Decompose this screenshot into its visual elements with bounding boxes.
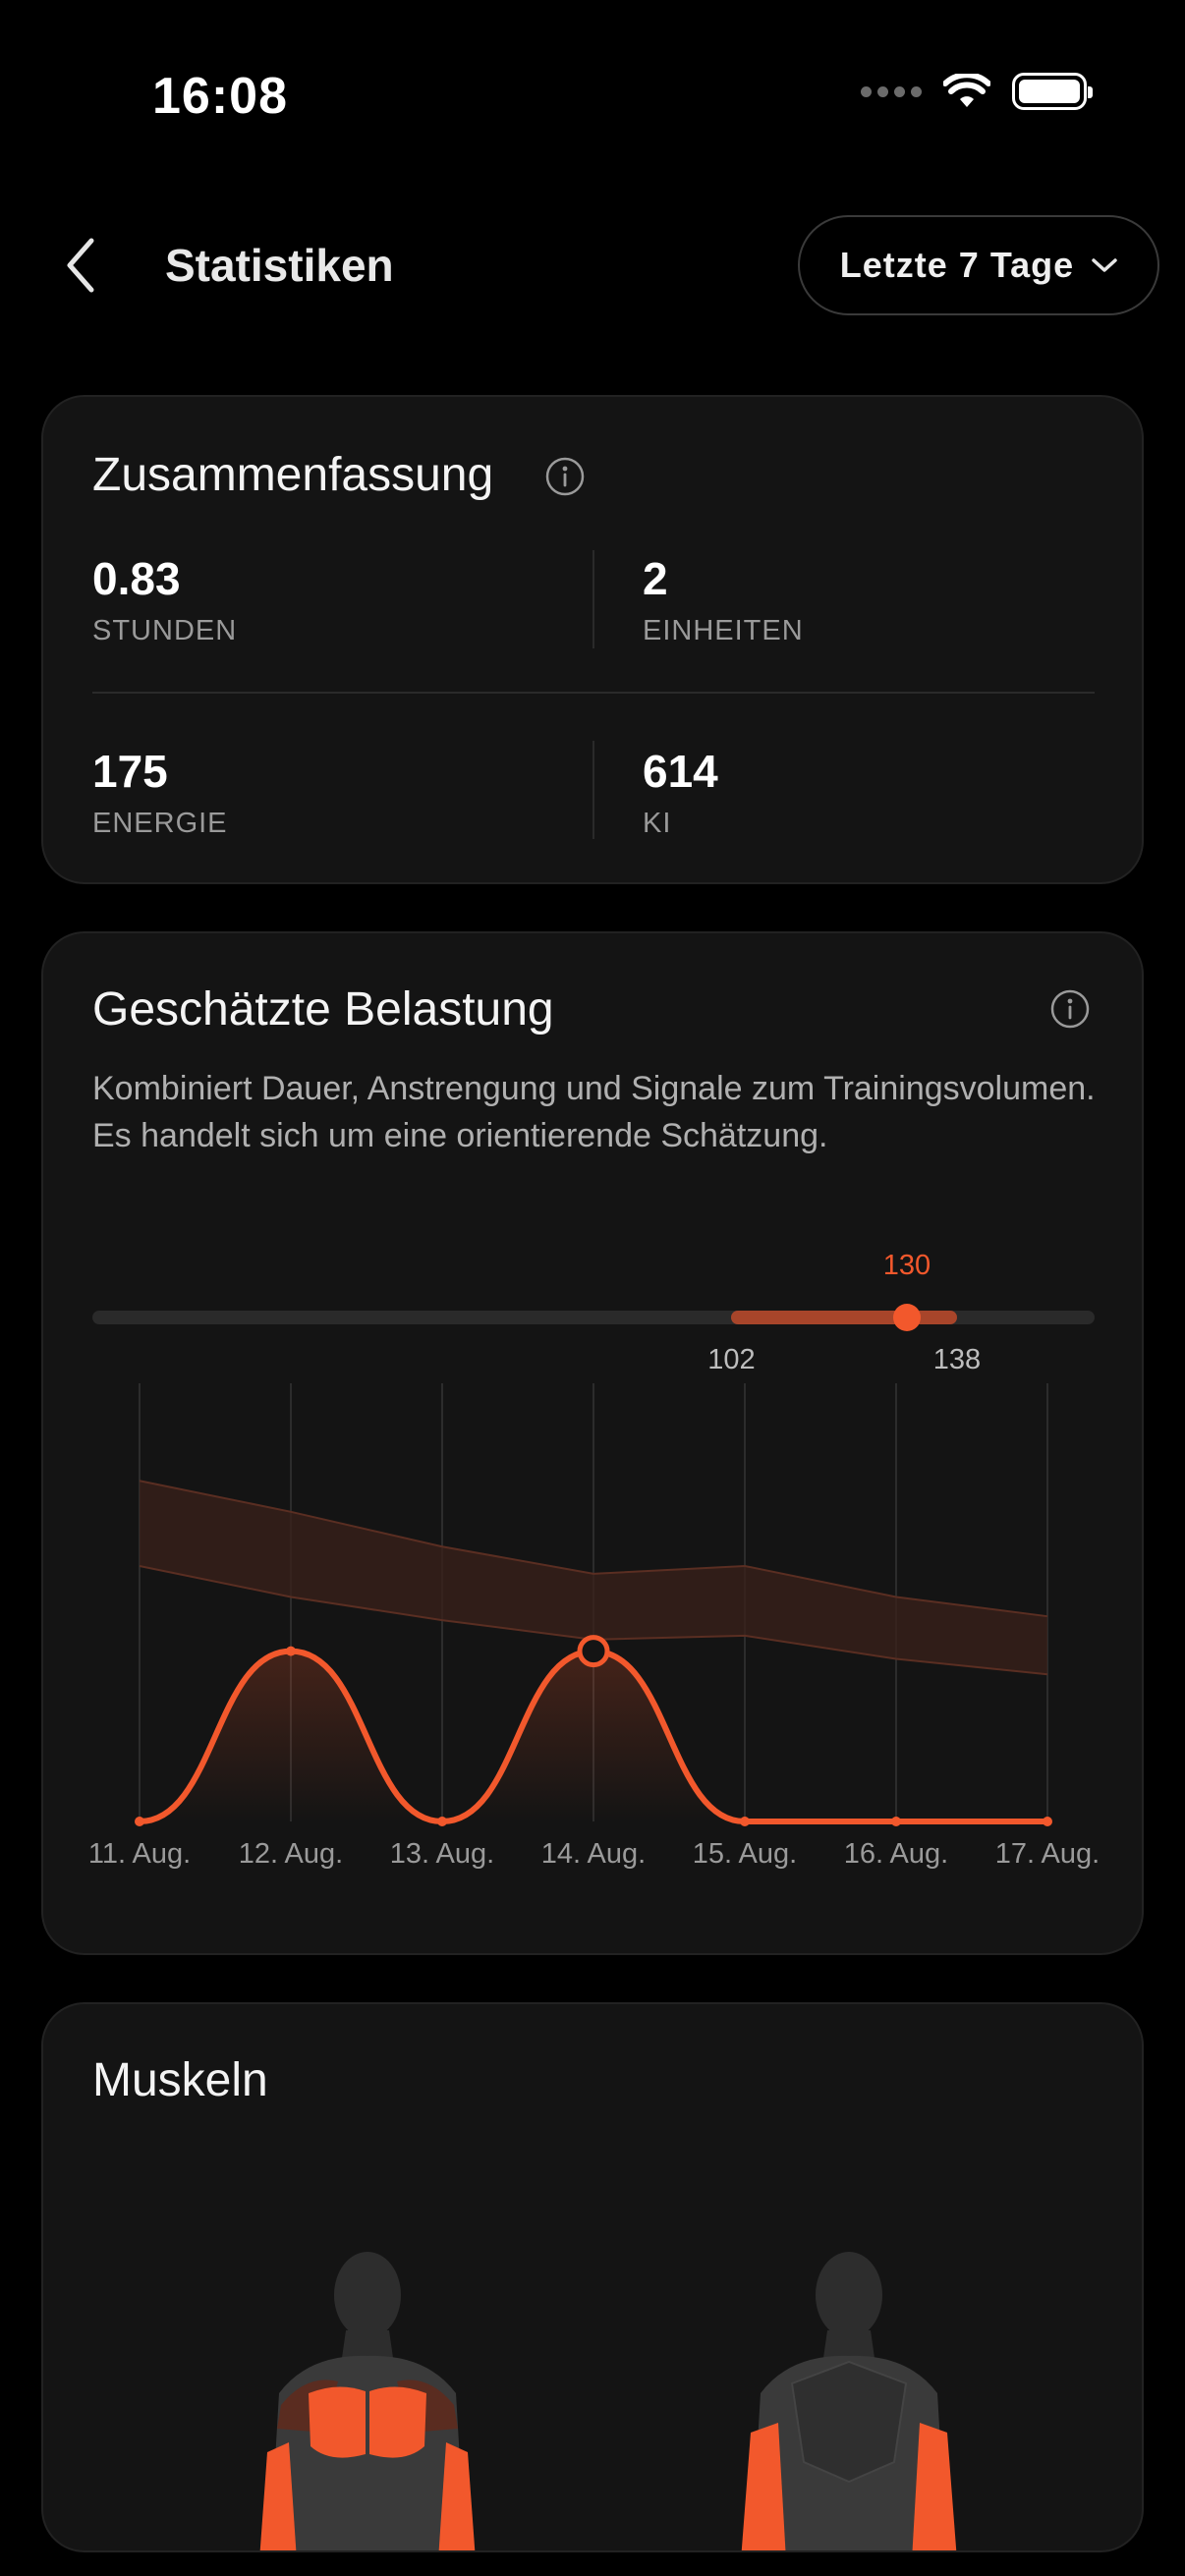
muscle-figure-front — [259, 2252, 476, 2550]
metric-label: STUNDEN — [92, 615, 238, 646]
chevron-down-icon — [1092, 258, 1117, 272]
muscles-title: Muskeln — [92, 2054, 268, 2106]
neck-shape — [823, 2330, 875, 2358]
x-tick-label: 15. Aug. — [693, 1838, 797, 1870]
summary-title: Zusammenfassung — [92, 449, 494, 501]
status-time: 16:08 — [152, 68, 288, 125]
x-tick-label: 14. Aug. — [541, 1838, 646, 1870]
divider — [92, 692, 1095, 694]
data-point — [891, 1817, 901, 1826]
x-tick-label: 12. Aug. — [239, 1838, 343, 1870]
metric-value: 614 — [643, 746, 718, 797]
metric-sessions: 2 EINHEITEN — [643, 552, 804, 647]
metric-label: ENERGIE — [92, 808, 228, 839]
metric-energy: 175 ENERGIE — [92, 745, 228, 840]
x-tick-label: 16. Aug. — [844, 1838, 948, 1870]
data-point — [286, 1646, 296, 1656]
head-shape — [816, 2252, 882, 2338]
divider — [592, 741, 594, 839]
wifi-icon — [943, 74, 990, 107]
metric-label: KI — [643, 808, 672, 839]
metric-label: EINHEITEN — [643, 615, 804, 646]
chest-right-muscle — [369, 2386, 426, 2458]
date-range-label: Letzte 7 Tage — [839, 245, 1075, 285]
muscle-figure-back — [741, 2252, 957, 2550]
page-title: Statistiken — [165, 240, 394, 291]
muscles-card: Muskeln — [41, 2002, 1144, 2552]
summary-card: Zusammenfassung 0.83 STUNDEN 2 EINHEITEN… — [41, 395, 1144, 884]
data-point — [437, 1817, 447, 1826]
chest-left-muscle — [309, 2386, 366, 2458]
status-icons — [861, 73, 1093, 110]
divider — [592, 550, 594, 648]
x-tick-label: 11. Aug. — [88, 1838, 191, 1870]
head-shape — [334, 2252, 401, 2338]
triceps-right-muscle — [912, 2423, 957, 2550]
metric-ki: 614 KI — [643, 745, 718, 840]
cellular-signal-icon — [861, 85, 922, 97]
metric-value: 2 — [643, 553, 668, 604]
metric-value: 0.83 — [92, 553, 181, 604]
load-area — [140, 1651, 1047, 1821]
neck-shape — [342, 2330, 393, 2358]
data-point — [740, 1817, 750, 1826]
back-muscle — [790, 2360, 908, 2484]
triceps-left-muscle — [741, 2423, 786, 2550]
header-bar: Statistiken Letzte 7 Tage — [0, 211, 1185, 319]
metric-hours: 0.83 STUNDEN — [92, 552, 237, 647]
x-tick-label: 17. Aug. — [995, 1838, 1100, 1870]
load-card: Geschätzte Belastung Kombiniert Dauer, A… — [41, 931, 1144, 1955]
data-point — [135, 1817, 144, 1826]
date-range-dropdown[interactable]: Letzte 7 Tage — [798, 215, 1159, 315]
back-button[interactable] — [51, 231, 110, 300]
info-icon[interactable] — [544, 456, 586, 497]
data-point — [1043, 1817, 1052, 1826]
battery-icon — [1012, 73, 1093, 110]
highlight-point — [577, 1635, 610, 1668]
metric-value: 175 — [92, 746, 168, 797]
status-bar: 16:08 — [0, 0, 1185, 187]
torso-shape — [269, 2355, 466, 2550]
load-chart: 11. Aug. 12. Aug. 13. Aug. 14. Aug. 15. Aug.… — [88, 1383, 1100, 1870]
chevron-left-icon — [67, 238, 94, 293]
x-tick-label: 13. Aug. — [390, 1838, 494, 1870]
